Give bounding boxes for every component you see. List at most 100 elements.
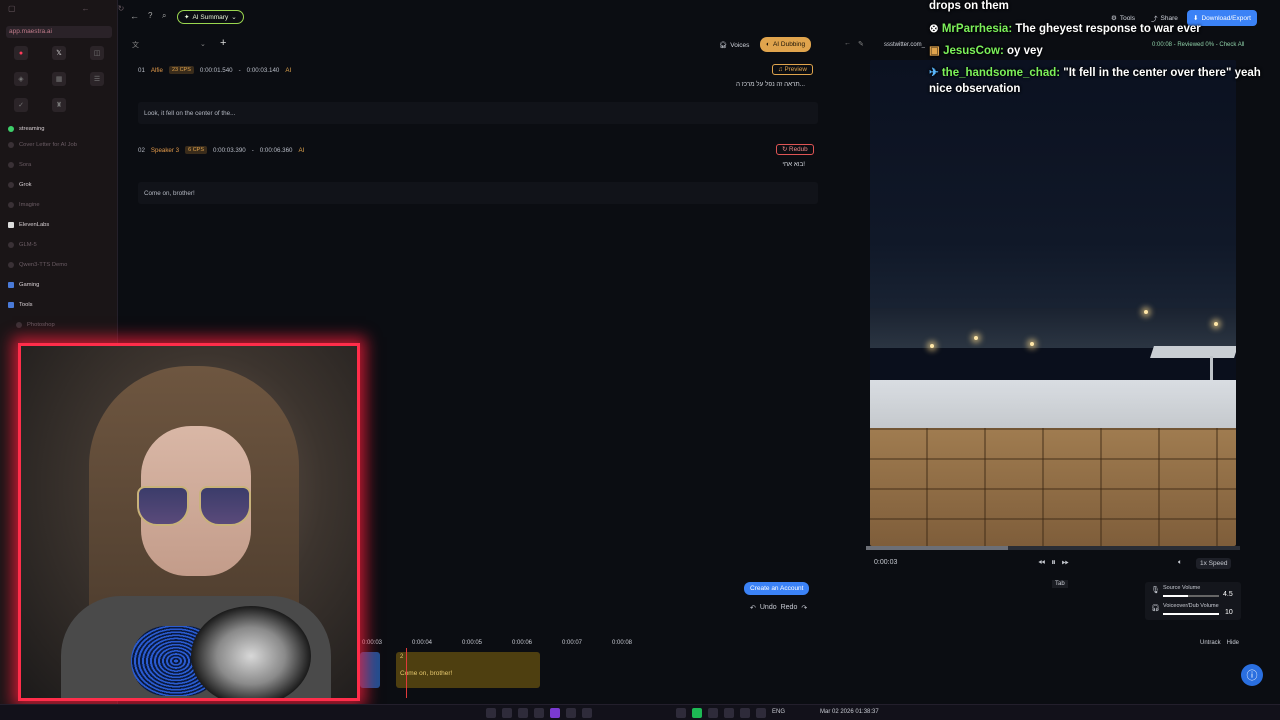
app-icon[interactable] (708, 708, 718, 718)
x-icon[interactable]: 𝕏 (52, 46, 66, 60)
refresh-icon: ↻ (782, 146, 788, 153)
sidebar-item-label: Sora (19, 162, 32, 168)
undo-icon[interactable]: ↶ (750, 604, 756, 612)
back-icon[interactable]: ← (82, 4, 90, 13)
segment-end-time[interactable]: 0:00:06.360 (260, 147, 293, 154)
sidebar-item-label: Cover Letter for AI Job (19, 142, 77, 148)
pinned-tab-icon[interactable]: ● (14, 46, 28, 60)
street-light (1214, 322, 1218, 326)
help-icon[interactable]: ? (148, 11, 152, 20)
source-text[interactable]: בוא אחי! (730, 161, 805, 168)
sidebar-item-cover-letter[interactable]: Cover Letter for AI Job (8, 139, 113, 151)
sora-icon (8, 162, 14, 168)
pinned-tab-icon[interactable]: ◈ (14, 72, 28, 86)
pinned-tab-icon[interactable]: ◫ (90, 46, 104, 60)
video-progress-bar[interactable] (866, 546, 1240, 550)
sidebar-item-elevenlabs[interactable]: ElevenLabs (8, 219, 113, 231)
folder-icon (8, 302, 14, 308)
sidebar-item-streaming[interactable]: streaming (8, 123, 113, 135)
tooltip: Tab (1052, 580, 1068, 588)
taskbar-apps (676, 708, 766, 718)
video-player[interactable] (870, 60, 1236, 546)
tray-icon[interactable] (486, 708, 496, 718)
pinned-tab-icon[interactable]: ♜ (52, 98, 66, 112)
sidebar-toggle-icon[interactable]: ▢ (8, 4, 16, 13)
timeline-clip[interactable]: 2 Come on, brother! (396, 652, 540, 688)
timeline-clip[interactable] (360, 652, 380, 688)
preview-button[interactable]: ♫ Preview (772, 64, 813, 75)
dub-volume-slider[interactable] (1163, 613, 1219, 615)
tray-icon[interactable] (550, 708, 560, 718)
segment-header: 01 Alfie 23 CPS 0:00:01.540 - 0:00:03.14… (138, 66, 292, 74)
untrack-button[interactable]: Untrack (1200, 640, 1221, 646)
speaker-name[interactable]: Alfie (151, 67, 163, 74)
segment-start-time[interactable]: 0:00:03.390 (213, 147, 246, 154)
hide-button[interactable]: Hide (1227, 640, 1239, 646)
add-icon[interactable]: + (220, 37, 226, 49)
url-bar[interactable]: app.maestra.ai (6, 26, 112, 38)
undo-button[interactable]: Undo (760, 604, 777, 612)
qwen-icon (8, 262, 14, 268)
sidebar-item-glm[interactable]: GLM-5 (8, 239, 113, 251)
chevron-down-icon[interactable]: ⌄ (200, 40, 206, 48)
pause-icon[interactable]: ⏸︎ (1051, 557, 1056, 568)
clock[interactable]: Mar 02 2026 01:38:37 (820, 709, 879, 715)
back-arrow-icon[interactable]: ← (130, 11, 139, 21)
translation-field[interactable]: Come on, brother! (138, 182, 818, 204)
edit-icon[interactable]: ✎ (858, 40, 864, 48)
create-account-button[interactable]: Create an Account (744, 582, 810, 595)
speed-button[interactable]: 1x Speed (1196, 558, 1232, 569)
segment-end-time[interactable]: 0:00:03.140 (247, 67, 280, 74)
source-volume-slider[interactable] (1163, 595, 1219, 597)
sidebar-item-imagine[interactable]: Imagine (8, 199, 113, 211)
timeline-playhead[interactable] (406, 648, 407, 698)
tray-icon[interactable] (502, 708, 512, 718)
source-text[interactable]: תראה זה נפל על מרכז ה... (710, 81, 805, 88)
tray-icon[interactable] (518, 708, 528, 718)
app-icon[interactable] (676, 708, 686, 718)
redub-button[interactable]: ↻ Redub (776, 144, 814, 155)
redo-icon[interactable]: ↷ (801, 604, 807, 612)
voices-button[interactable]: 🎧︎ Voices (713, 38, 755, 52)
pinned-tab-icon[interactable]: ✓ (14, 98, 28, 112)
sidebar-item-qwen[interactable]: Qwen3-TTS Demo (8, 259, 113, 271)
video-source-label: ssstwitter.com_ (884, 42, 926, 48)
tray-icon[interactable] (534, 708, 544, 718)
tray-icon[interactable] (566, 708, 576, 718)
sidebar-folder-gaming[interactable]: Gaming (8, 279, 113, 291)
spotify-icon[interactable] (692, 708, 702, 718)
sidebar-item-grok[interactable]: Grok (8, 179, 113, 191)
collapse-icon[interactable]: ← (844, 40, 851, 47)
pinned-tab-icon[interactable]: ☰ (90, 72, 104, 86)
speaker-name[interactable]: Speaker 3 (151, 147, 179, 154)
pinned-tab-icon[interactable]: ▦ (52, 72, 66, 86)
ai-dubbing-label: AI Dubbing (772, 41, 806, 48)
headphones-icon: ♫ (778, 66, 783, 73)
ai-dubbing-button[interactable]: ◐ AI Dubbing (760, 37, 812, 52)
app-icon[interactable] (724, 708, 734, 718)
search-icon[interactable]: ⌕ (162, 11, 166, 21)
segment-start-time[interactable]: 0:00:01.540 (200, 67, 233, 74)
ai-summary-dropdown[interactable]: ✦ AI Summary ⌄ (177, 10, 244, 24)
app-icon[interactable] (756, 708, 766, 718)
rewind-icon[interactable]: ⏪︎ (1038, 557, 1045, 568)
sidebar-item-label: GLM-5 (19, 242, 37, 248)
timeline[interactable]: 0:00:03 0:00:04 0:00:05 0:00:06 0:00:07 … (360, 636, 1280, 702)
sidebar-item-sora[interactable]: Sora (8, 159, 113, 171)
volume-icon[interactable]: 🔈︎ (1178, 559, 1182, 567)
sidebar-folder-tools[interactable]: Tools (8, 299, 113, 311)
tray-icon[interactable] (582, 708, 592, 718)
tray-icons (486, 708, 592, 718)
translation-text: Look, it fell on the center of the... (144, 109, 236, 117)
sidebar-item-photoshop[interactable]: Photoshop (16, 319, 121, 331)
fast-forward-icon[interactable]: ⏩︎ (1062, 557, 1069, 568)
language-indicator[interactable]: ENG (772, 709, 785, 715)
translation-field[interactable]: Look, it fell on the center of the... (138, 102, 818, 124)
redo-button[interactable]: Redo (781, 604, 798, 612)
timeline-tick: 0:00:03 (362, 640, 383, 646)
sidebar-top-controls: ▢ ← ↻ (8, 4, 124, 13)
info-icon[interactable]: ⓘ (1241, 664, 1263, 686)
app-icon[interactable] (740, 708, 750, 718)
translate-icon[interactable]: 文 (132, 40, 139, 50)
review-status[interactable]: 0:00:08 - Reviewed 0% - Check All (1152, 42, 1244, 48)
